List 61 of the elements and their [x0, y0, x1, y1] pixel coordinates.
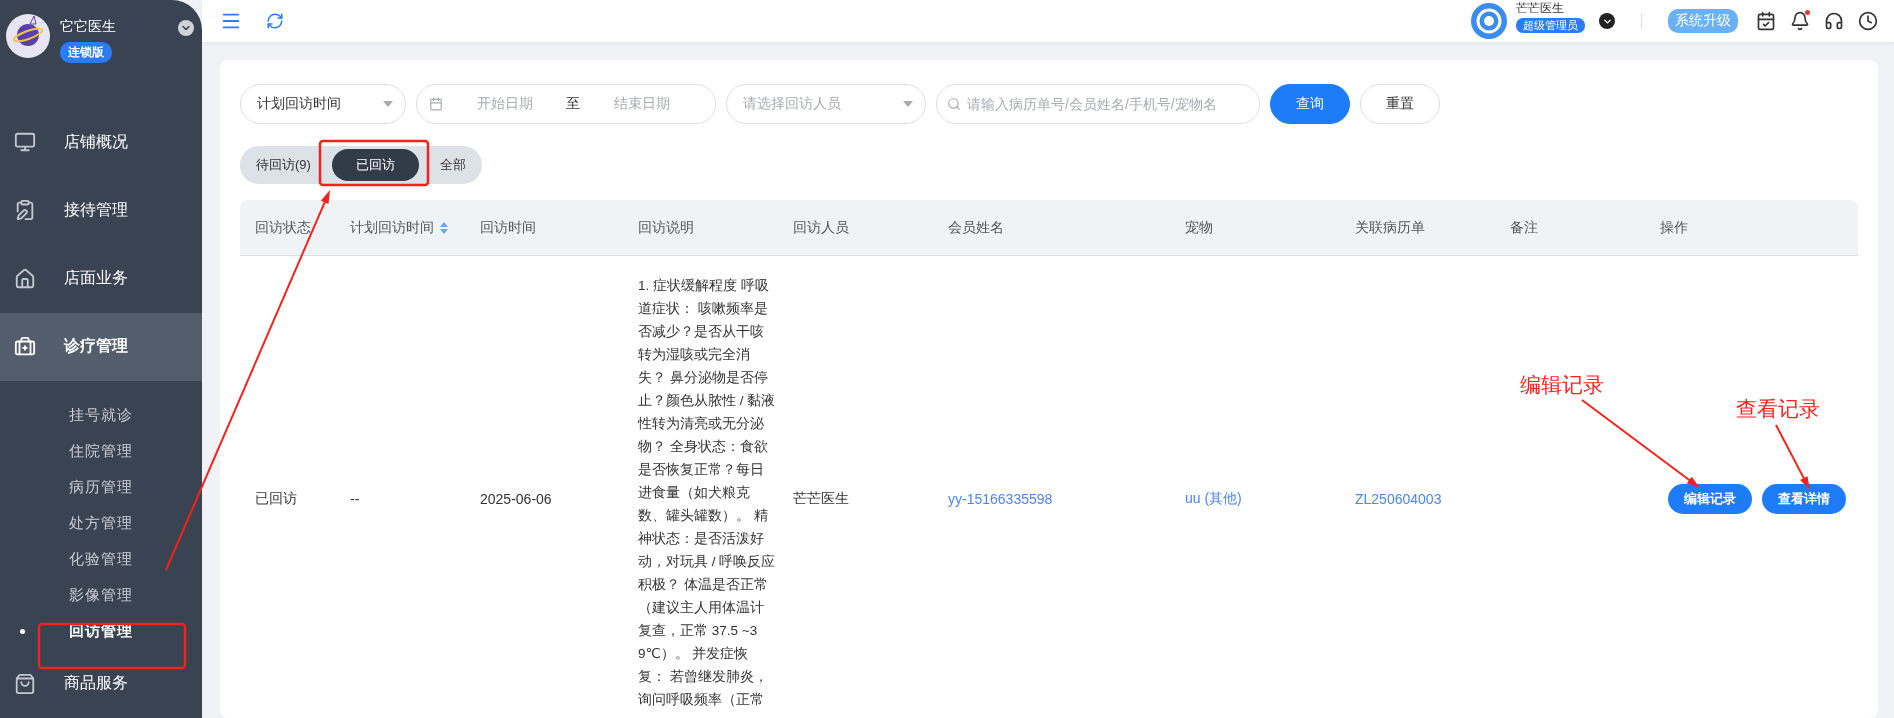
- column-header: 回访时间: [465, 200, 623, 256]
- annotation-text: 编辑记录: [1520, 372, 1604, 398]
- caret-icon: [383, 101, 393, 107]
- sidebar-subitem[interactable]: 挂号就诊: [69, 406, 133, 426]
- column-header: 回访状态: [240, 200, 335, 256]
- reset-button[interactable]: 重置: [1360, 84, 1440, 124]
- menu-item-icon: [14, 267, 36, 290]
- menu-item-icon: [14, 672, 36, 695]
- filter-tab[interactable]: 全部: [426, 149, 479, 181]
- member-link[interactable]: yy-15166335598: [948, 491, 1053, 507]
- sidebar-subitem[interactable]: 化验管理: [69, 550, 133, 570]
- caret-icon: [903, 101, 913, 107]
- column-header: 回访说明: [623, 200, 778, 256]
- sidebar-subitem[interactable]: 住院管理: [69, 442, 133, 462]
- logo-icon: [6, 14, 50, 58]
- column-header: 关联病历单: [1340, 200, 1495, 256]
- table-cell-text: 1. 症状缓解程度 呼吸道症状： 咳嗽频率是否减少？是否从干咳转为湿咳或完全消失？ 鼻分泌物是否停止？颜色从脓性 / 黏液性转为清亮或无分泌物？ 全身状态：食欲是否恢复正常？每日进食量（如犬粮克数、罐头罐数）。 精神状态：是否活泼好动，对玩具 / 呼唤反应积极？ 体温是否正常（建议主人用体温计复查，正常 37.5 ~39℃）。 并发症恢复： 若曾继发肺炎，询问呼吸频率（正常: [638, 277, 776, 709]
- column-header: 宠物: [1170, 200, 1340, 256]
- column-header: 操作: [1645, 200, 1858, 256]
- user-name: 芒芒医生: [1516, 1, 1565, 14]
- query-button[interactable]: 查询: [1270, 84, 1350, 124]
- edition-badge: 连锁版: [60, 42, 112, 63]
- table-cell: 芒芒医生: [793, 490, 849, 508]
- calendar-icon: [429, 97, 443, 111]
- brand-name: 它它医生: [60, 18, 117, 36]
- sidebar-item[interactable]: 店面业务: [0, 244, 202, 313]
- calendar-icon[interactable]: [1756, 11, 1776, 31]
- sidebar-subitem[interactable]: 影像管理: [69, 586, 133, 606]
- table-cell: 2025-06-06: [480, 491, 552, 507]
- sidebar-item[interactable]: 店铺概况: [0, 108, 202, 177]
- table-cell: 已回访: [255, 490, 297, 508]
- menu-item-icon: [14, 131, 36, 154]
- sidebar-item[interactable]: 接待管理: [0, 176, 202, 245]
- filter-tab[interactable]: 已回访: [331, 149, 419, 181]
- table-cell: --: [350, 491, 360, 507]
- chevron-down-icon[interactable]: [178, 20, 194, 36]
- sidebar-subitem[interactable]: 病历管理: [69, 478, 133, 498]
- sidebar-item[interactable]: 商品服务: [0, 649, 202, 718]
- role-badge: 超级管理员: [1516, 17, 1585, 33]
- headset-icon[interactable]: [1824, 11, 1844, 31]
- action-button[interactable]: 编辑记录: [1668, 484, 1752, 514]
- sidebar-item[interactable]: 诊疗管理: [0, 312, 202, 381]
- chevron-down-icon[interactable]: [1599, 13, 1615, 29]
- column-header: 回访人员: [778, 200, 933, 256]
- annotation-text: 查看记录: [1736, 396, 1820, 422]
- pet-link[interactable]: uu (其他): [1185, 490, 1242, 508]
- clock-icon[interactable]: [1858, 11, 1878, 31]
- record-link[interactable]: ZL250604003: [1355, 491, 1442, 507]
- menu-item-icon: [14, 199, 36, 222]
- action-button[interactable]: 查看详情: [1762, 484, 1846, 514]
- filter-tab[interactable]: 待回访(9): [243, 149, 324, 181]
- search-icon: [947, 97, 961, 111]
- sidebar-subitem[interactable]: 处方管理: [69, 514, 133, 534]
- search-field[interactable]: 请输入病历单号/会员姓名/手机号/宠物名: [936, 84, 1260, 124]
- bell-icon[interactable]: [1790, 11, 1810, 31]
- column-header[interactable]: 计划回访时间: [335, 200, 465, 256]
- menu-item-icon: [14, 335, 36, 358]
- column-header: 会员姓名: [933, 200, 1170, 256]
- annotation-arrow: [1775, 424, 1810, 490]
- column-header: 备注: [1495, 200, 1645, 256]
- refresh-icon[interactable]: [266, 12, 284, 30]
